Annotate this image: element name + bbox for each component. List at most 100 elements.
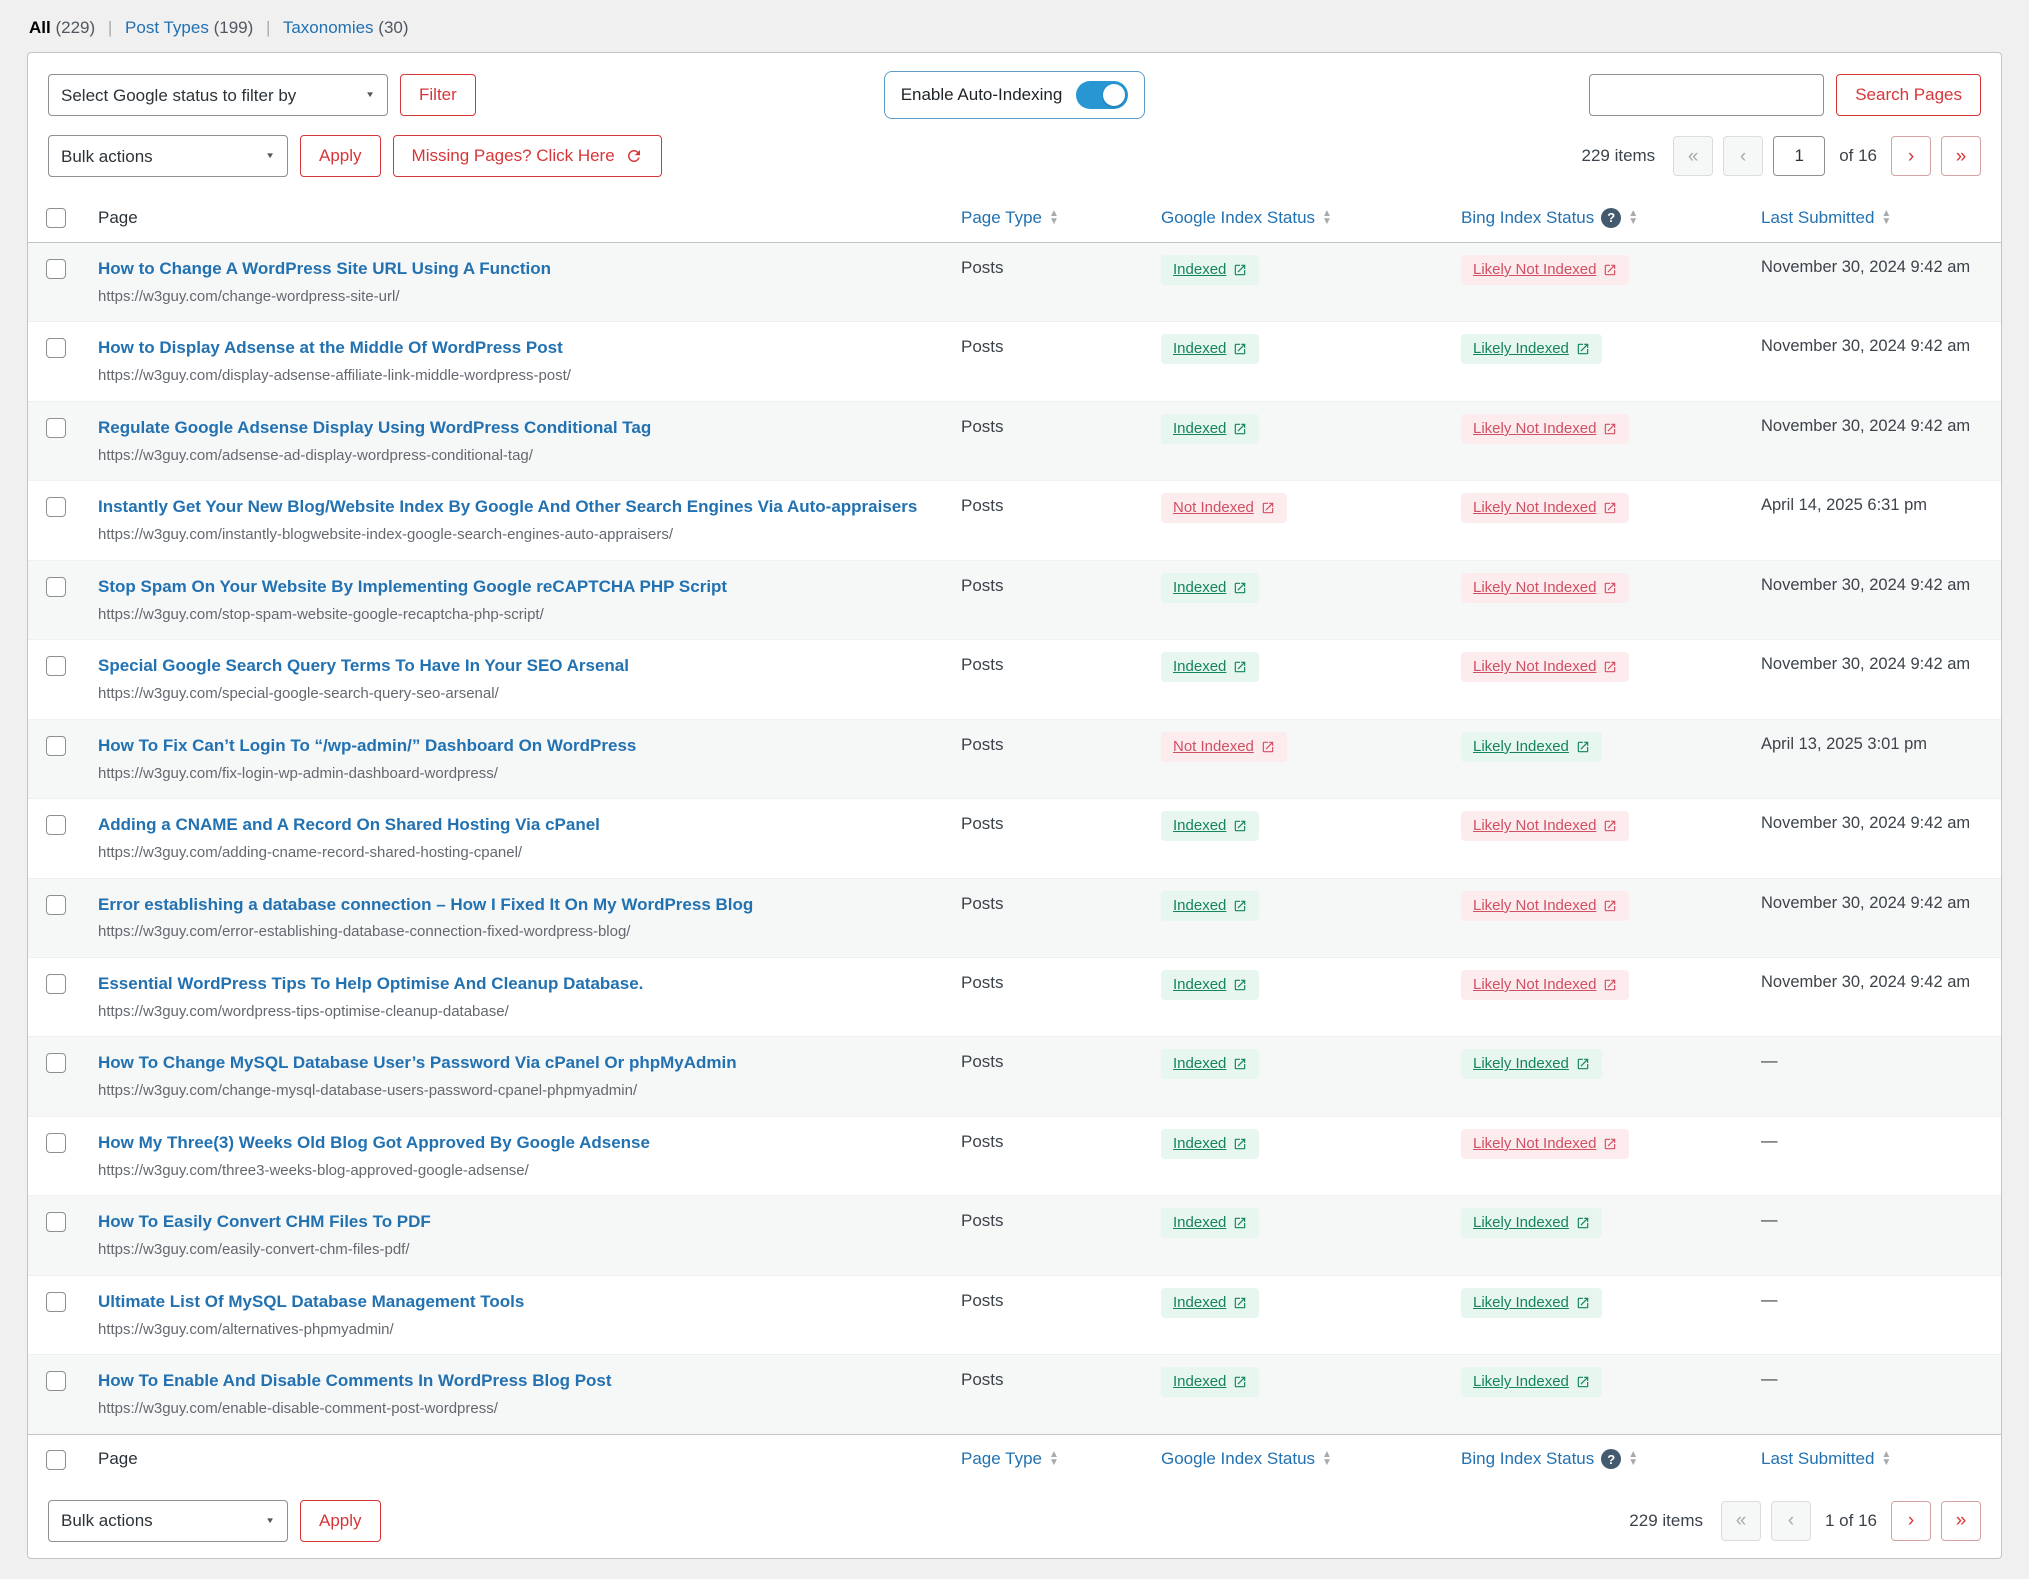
last-submitted-cell: November 30, 2024 9:42 am xyxy=(1749,957,2001,1036)
bing-index-status-badge[interactable]: Likely Not Indexed xyxy=(1461,573,1629,603)
page-title-link[interactable]: How To Change MySQL Database User’s Pass… xyxy=(98,1052,737,1075)
column-header-last-submitted[interactable]: Last Submitted xyxy=(1761,1449,1891,1469)
google-status-filter-select[interactable]: Select Google status to filter by xyxy=(48,74,388,116)
google-index-status-badge[interactable]: Indexed xyxy=(1161,255,1259,285)
help-icon[interactable]: ? xyxy=(1601,1449,1621,1469)
row-checkbox[interactable] xyxy=(46,418,66,438)
page-type-cell: Posts xyxy=(949,322,1149,401)
apply-button[interactable]: Apply xyxy=(300,135,381,177)
google-index-status-badge[interactable]: Not Indexed xyxy=(1161,732,1287,762)
row-checkbox[interactable] xyxy=(46,1133,66,1153)
next-page-button[interactable]: › xyxy=(1891,1501,1931,1541)
page-title-link[interactable]: How to Change A WordPress Site URL Using… xyxy=(98,258,551,281)
select-all-checkbox[interactable] xyxy=(46,1450,66,1470)
page-title-link[interactable]: Special Google Search Query Terms To Hav… xyxy=(98,655,629,678)
page-title-link[interactable]: Ultimate List Of MySQL Database Manageme… xyxy=(98,1291,524,1314)
page-title-link[interactable]: Instantly Get Your New Blog/Website Inde… xyxy=(98,496,917,519)
column-header-google-status[interactable]: Google Index Status xyxy=(1161,208,1332,228)
row-checkbox[interactable] xyxy=(46,259,66,279)
bing-index-status-badge[interactable]: Likely Indexed xyxy=(1461,732,1602,762)
bing-index-status-badge[interactable]: Likely Indexed xyxy=(1461,1049,1602,1079)
google-index-status-badge[interactable]: Indexed xyxy=(1161,970,1259,1000)
bing-index-status-badge[interactable]: Likely Not Indexed xyxy=(1461,1129,1629,1159)
page-title-link[interactable]: Regulate Google Adsense Display Using Wo… xyxy=(98,417,651,440)
page-title-link[interactable]: How To Easily Convert CHM Files To PDF xyxy=(98,1211,431,1234)
page-title-link[interactable]: How To Fix Can’t Login To “/wp-admin/” D… xyxy=(98,735,636,758)
search-input[interactable] xyxy=(1589,74,1824,116)
toggle-knob xyxy=(1103,84,1125,106)
google-index-status-badge[interactable]: Not Indexed xyxy=(1161,493,1287,523)
row-checkbox[interactable] xyxy=(46,1292,66,1312)
google-index-status-badge[interactable]: Indexed xyxy=(1161,573,1259,603)
filter-button[interactable]: Filter xyxy=(400,74,476,116)
bing-index-status-badge[interactable]: Likely Indexed xyxy=(1461,1208,1602,1238)
bing-index-status-badge[interactable]: Likely Not Indexed xyxy=(1461,493,1629,523)
bing-index-status-badge[interactable]: Likely Indexed xyxy=(1461,1288,1602,1318)
bing-index-status-badge[interactable]: Likely Indexed xyxy=(1461,334,1602,364)
page-title-link[interactable]: How to Display Adsense at the Middle Of … xyxy=(98,337,563,360)
row-checkbox[interactable] xyxy=(46,497,66,517)
row-checkbox[interactable] xyxy=(46,736,66,756)
bing-index-status-badge[interactable]: Likely Not Indexed xyxy=(1461,255,1629,285)
google-index-status-badge[interactable]: Indexed xyxy=(1161,1367,1259,1397)
auto-indexing-toggle[interactable] xyxy=(1076,81,1128,109)
current-page-input[interactable] xyxy=(1773,136,1825,176)
row-checkbox[interactable] xyxy=(46,815,66,835)
column-header-bing-status[interactable]: Bing Index Status? xyxy=(1461,1449,1638,1469)
row-checkbox[interactable] xyxy=(46,974,66,994)
external-link-icon xyxy=(1603,899,1617,913)
auto-indexing-control[interactable]: Enable Auto-Indexing xyxy=(884,71,1146,119)
bing-index-status-badge[interactable]: Likely Not Indexed xyxy=(1461,652,1629,682)
google-index-status-badge[interactable]: Indexed xyxy=(1161,414,1259,444)
table-row: How To Change MySQL Database User’s Pass… xyxy=(28,1037,2001,1116)
help-icon[interactable]: ? xyxy=(1601,208,1621,228)
table-footer-header: Page Page Type Google Index Status Bing … xyxy=(28,1434,2001,1484)
google-index-status-badge[interactable]: Indexed xyxy=(1161,811,1259,841)
bing-index-status-badge[interactable]: Likely Not Indexed xyxy=(1461,414,1629,444)
google-index-status-badge[interactable]: Indexed xyxy=(1161,1049,1259,1079)
bing-index-status-badge[interactable]: Likely Not Indexed xyxy=(1461,970,1629,1000)
column-header-last-submitted[interactable]: Last Submitted xyxy=(1761,208,1891,228)
google-index-status-badge[interactable]: Indexed xyxy=(1161,652,1259,682)
next-page-button[interactable]: › xyxy=(1891,136,1931,176)
column-header-page-type[interactable]: Page Type xyxy=(961,208,1059,228)
page-title-link[interactable]: Stop Spam On Your Website By Implementin… xyxy=(98,576,727,599)
page-title-link[interactable]: Essential WordPress Tips To Help Optimis… xyxy=(98,973,643,996)
row-checkbox[interactable] xyxy=(46,1053,66,1073)
row-checkbox[interactable] xyxy=(46,338,66,358)
bulk-actions-select-bottom[interactable]: Bulk actions xyxy=(48,1500,288,1542)
search-pages-button[interactable]: Search Pages xyxy=(1836,74,1981,116)
last-page-button[interactable]: » xyxy=(1941,1501,1981,1541)
view-post-types[interactable]: Post Types xyxy=(125,18,209,37)
table-row: Adding a CNAME and A Record On Shared Ho… xyxy=(28,799,2001,878)
apply-button-bottom[interactable]: Apply xyxy=(300,1500,381,1542)
missing-pages-button[interactable]: Missing Pages? Click Here xyxy=(393,135,662,177)
view-taxonomies[interactable]: Taxonomies xyxy=(283,18,374,37)
external-link-icon xyxy=(1233,1137,1247,1151)
google-index-status-badge[interactable]: Indexed xyxy=(1161,1208,1259,1238)
bing-index-status-badge[interactable]: Likely Not Indexed xyxy=(1461,811,1629,841)
page-title-link[interactable]: How My Three(3) Weeks Old Blog Got Appro… xyxy=(98,1132,650,1155)
page-title-link[interactable]: Adding a CNAME and A Record On Shared Ho… xyxy=(98,814,600,837)
google-index-status-badge[interactable]: Indexed xyxy=(1161,334,1259,364)
bulk-actions-select[interactable]: Bulk actions xyxy=(48,135,288,177)
row-checkbox[interactable] xyxy=(46,656,66,676)
select-all-checkbox[interactable] xyxy=(46,208,66,228)
row-checkbox[interactable] xyxy=(46,895,66,915)
column-header-bing-status[interactable]: Bing Index Status? xyxy=(1461,208,1638,228)
google-index-status-badge[interactable]: Indexed xyxy=(1161,1288,1259,1318)
external-link-icon xyxy=(1233,819,1247,833)
page-title-link[interactable]: Error establishing a database connection… xyxy=(98,894,753,917)
column-header-page-type[interactable]: Page Type xyxy=(961,1449,1059,1469)
column-header-google-status[interactable]: Google Index Status xyxy=(1161,1449,1332,1469)
bing-index-status-badge[interactable]: Likely Not Indexed xyxy=(1461,891,1629,921)
page-title-link[interactable]: How To Enable And Disable Comments In Wo… xyxy=(98,1370,612,1393)
row-checkbox[interactable] xyxy=(46,1371,66,1391)
bing-index-status-badge[interactable]: Likely Indexed xyxy=(1461,1367,1602,1397)
last-page-button[interactable]: » xyxy=(1941,136,1981,176)
view-all[interactable]: All (229) xyxy=(29,18,95,37)
row-checkbox[interactable] xyxy=(46,1212,66,1232)
row-checkbox[interactable] xyxy=(46,577,66,597)
google-index-status-badge[interactable]: Indexed xyxy=(1161,1129,1259,1159)
google-index-status-badge[interactable]: Indexed xyxy=(1161,891,1259,921)
